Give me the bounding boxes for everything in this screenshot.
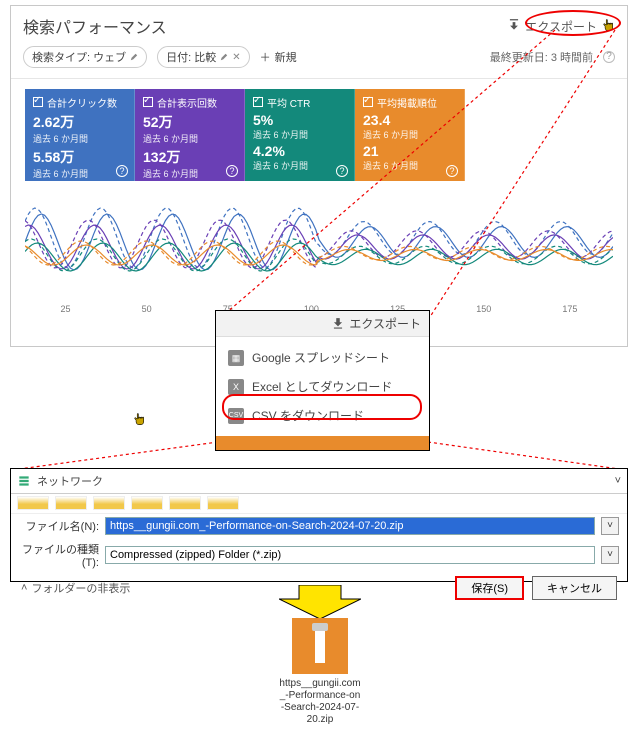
chevron-down-icon[interactable]: ˅ (615, 475, 621, 487)
add-filter[interactable]: ＋ 新規 (260, 49, 297, 65)
export-excel[interactable]: X Excel としてダウンロード (216, 372, 429, 401)
checkbox-icon (33, 97, 43, 107)
folder-icon[interactable] (93, 496, 125, 510)
filename-label: ファイル名(N): (19, 518, 99, 534)
sheets-icon: ▦ (228, 350, 244, 366)
zip-file[interactable]: https__gungii.com_-Performance-on-Search… (279, 618, 361, 726)
down-arrow-icon (279, 585, 361, 619)
dialog-location[interactable]: ネットワーク ˅ (11, 469, 627, 494)
pencil-icon (220, 53, 228, 61)
help-icon[interactable]: ? (226, 165, 238, 177)
checkbox-icon (363, 97, 373, 107)
pencil-icon (130, 53, 138, 61)
export-dropdown: エクスポート ▦ Google スプレッドシート X Excel としてダウンロ… (215, 310, 430, 451)
metric-ctr[interactable]: 平均 CTR 5% 過去 6 か月間 4.2% 過去 6 か月間 ? (245, 89, 355, 181)
filetype-label: ファイルの種類(T): (19, 541, 99, 569)
export-csv[interactable]: CSV CSV をダウンロード (216, 401, 429, 430)
folder-icon[interactable] (131, 496, 163, 510)
chevron-up-icon: ˄ (21, 582, 27, 594)
csv-icon: CSV (228, 408, 244, 424)
line-chart (25, 187, 613, 297)
checkbox-icon (143, 97, 153, 107)
folder-icon[interactable] (207, 496, 239, 510)
filename-row: ファイル名(N): ˅ (11, 514, 627, 538)
filetype-input[interactable] (105, 546, 595, 564)
dropdown-icon[interactable]: ˅ (601, 546, 619, 564)
filetype-row: ファイルの種類(T): ˅ (11, 538, 627, 572)
save-dialog: ネットワーク ˅ ファイル名(N): ˅ ファイルの種類(T): ˅ ˄ フォル… (10, 468, 628, 582)
checkbox-icon (253, 97, 263, 107)
help-icon[interactable]: ? (603, 51, 615, 63)
excel-icon: X (228, 379, 244, 395)
folder-icon[interactable] (17, 496, 49, 510)
metric-cards: 合計クリック数 2.62万 過去 6 か月間 5.58万 過去 6 か月間 ? … (11, 79, 627, 187)
cancel-button[interactable]: キャンセル (532, 576, 617, 600)
zip-filename: https__gungii.com_-Performance-on-Search… (279, 678, 361, 726)
chart-area (11, 187, 627, 302)
download-icon (507, 18, 521, 35)
help-icon[interactable]: ? (336, 165, 348, 177)
hand-cursor-icon (132, 413, 146, 427)
export-google-sheets[interactable]: ▦ Google スプレッドシート (216, 343, 429, 372)
plus-icon: ＋ (260, 49, 271, 65)
network-icon (17, 474, 31, 488)
filename-input[interactable] (105, 517, 595, 535)
folder-hide-toggle[interactable]: ˄ フォルダーの非表示 (21, 580, 130, 596)
chip-close-icon[interactable]: ✕ (232, 52, 240, 63)
page-title: 検索パフォーマンス (23, 14, 167, 38)
save-button[interactable]: 保存(S) (455, 576, 524, 600)
zip-icon (292, 618, 348, 674)
orange-strip (216, 436, 429, 450)
performance-panel: 検索パフォーマンス エクスポート 検索タイプ: ウェブ 日付: 比較 ✕ ＋ 新… (10, 5, 628, 347)
folder-icon[interactable] (169, 496, 201, 510)
folder-strip (11, 494, 627, 514)
chip-date[interactable]: 日付: 比較 ✕ (157, 46, 250, 68)
dropdown-icon[interactable]: ˅ (601, 517, 619, 535)
metric-impressions[interactable]: 合計表示回数 52万 過去 6 か月間 132万 過去 6 か月間 ? (135, 89, 245, 181)
export-button[interactable]: エクスポート (507, 18, 615, 35)
help-icon[interactable]: ? (116, 165, 128, 177)
folder-icon[interactable] (55, 496, 87, 510)
download-icon (331, 317, 345, 331)
metric-position[interactable]: 平均掲載順位 23.4 過去 6 か月間 21 過去 6 か月間 ? (355, 89, 465, 181)
chip-search-type[interactable]: 検索タイプ: ウェブ (23, 46, 147, 68)
help-icon[interactable]: ? (446, 165, 458, 177)
last-updated: 最終更新日: 3 時間前 (490, 49, 593, 65)
filter-row: 検索タイプ: ウェブ 日付: 比較 ✕ ＋ 新規 最終更新日: 3 時間前 ? (11, 42, 627, 79)
hand-cursor-icon (601, 19, 615, 33)
export-button[interactable]: エクスポート (331, 315, 421, 332)
metric-clicks[interactable]: 合計クリック数 2.62万 過去 6 か月間 5.58万 過去 6 か月間 ? (25, 89, 135, 181)
export-label: エクスポート (525, 18, 597, 35)
